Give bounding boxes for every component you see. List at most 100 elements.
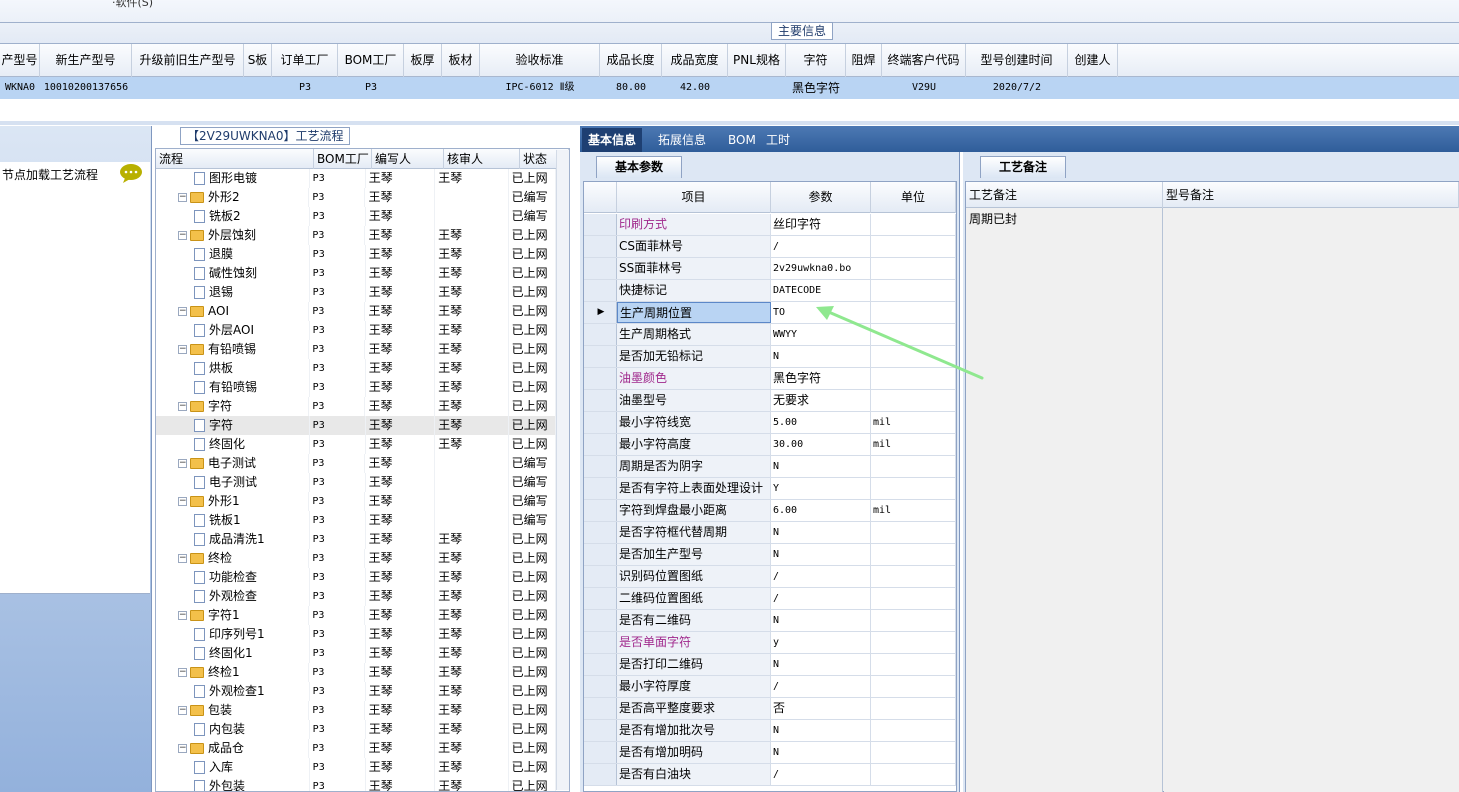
- flow-bom-cell[interactable]: P3: [310, 644, 366, 663]
- header-col[interactable]: PNL规格: [728, 44, 786, 77]
- param-unit[interactable]: [871, 764, 956, 785]
- header-col[interactable]: 创建人: [1068, 44, 1118, 77]
- header-col[interactable]: 成品长度: [600, 44, 662, 77]
- flow-row[interactable]: − 有铅喷锡 P3 王琴 王琴 已上网: [156, 340, 557, 359]
- flow-reviewer-cell[interactable]: 王琴: [435, 416, 509, 435]
- flow-writer-cell[interactable]: 王琴: [365, 492, 436, 511]
- flow-reviewer-cell[interactable]: 王琴: [435, 644, 509, 663]
- flow-name-cell[interactable]: 外层AOI: [156, 321, 310, 340]
- flow-writer-cell[interactable]: 王琴: [366, 264, 436, 283]
- param-value[interactable]: /: [771, 236, 871, 257]
- param-row[interactable]: 快捷标记 DATECODE: [584, 280, 956, 302]
- param-item[interactable]: 二维码位置图纸: [617, 588, 771, 609]
- flow-bom-cell[interactable]: P3: [310, 416, 366, 435]
- main-info-cell[interactable]: [846, 77, 882, 99]
- flow-row[interactable]: − 终检1 P3 王琴 王琴 已上网: [156, 663, 557, 682]
- flow-status-cell[interactable]: 已上网: [509, 644, 556, 663]
- flow-status-cell[interactable]: 已上网: [509, 169, 556, 188]
- col-flow[interactable]: 流程: [156, 149, 314, 169]
- param-unit[interactable]: [871, 258, 956, 279]
- param-unit[interactable]: [871, 478, 956, 499]
- flow-name-cell[interactable]: − 成品仓: [156, 739, 310, 758]
- horizontal-splitter[interactable]: [0, 121, 1459, 125]
- row-indicator[interactable]: [584, 676, 617, 697]
- param-value[interactable]: 丝印字符: [771, 214, 871, 235]
- main-info-cell[interactable]: [442, 77, 480, 99]
- param-value[interactable]: 6.00: [771, 500, 871, 521]
- flow-name-cell[interactable]: 印序列号1: [156, 625, 310, 644]
- flow-row[interactable]: − 外层蚀刻 P3 王琴 王琴 已上网: [156, 226, 557, 245]
- flow-bom-cell[interactable]: P3: [310, 359, 366, 378]
- param-item[interactable]: 是否高平整度要求: [617, 698, 771, 719]
- flow-row[interactable]: − 包装 P3 王琴 王琴 已上网: [156, 701, 557, 720]
- collapse-icon[interactable]: −: [178, 668, 187, 677]
- flow-row[interactable]: 终固化1 P3 王琴 王琴 已上网: [156, 644, 556, 663]
- param-row[interactable]: 最小字符线宽 5.00 mil: [584, 412, 956, 434]
- flow-bom-cell[interactable]: P3: [310, 568, 366, 587]
- flow-status-cell[interactable]: 已编写: [509, 473, 556, 492]
- header-col[interactable]: 验收标准: [480, 44, 600, 77]
- param-unit[interactable]: [871, 390, 956, 411]
- craft-note-field[interactable]: 周期已封: [966, 208, 1163, 792]
- menu-fragment[interactable]: ·软件(S): [112, 0, 153, 10]
- param-item[interactable]: 是否打印二维码: [617, 654, 771, 675]
- flow-row[interactable]: 终固化 P3 王琴 王琴 已上网: [156, 435, 556, 454]
- flow-writer-cell[interactable]: 王琴: [366, 435, 436, 454]
- flow-writer-cell[interactable]: 王琴: [366, 682, 436, 701]
- param-row[interactable]: 是否有二维码 N: [584, 610, 956, 632]
- param-item[interactable]: 是否有白油块: [617, 764, 771, 785]
- collapse-icon[interactable]: −: [178, 307, 187, 316]
- flow-status-cell[interactable]: 已上网: [509, 663, 557, 682]
- flow-name-cell[interactable]: − 电子测试: [156, 454, 310, 473]
- main-info-cell[interactable]: P3: [272, 77, 338, 99]
- flow-bom-cell[interactable]: P3: [309, 454, 366, 473]
- tab-basic-params[interactable]: 基本参数: [596, 156, 682, 178]
- flow-bom-cell[interactable]: P3: [309, 701, 366, 720]
- header-col[interactable]: 产型号: [0, 44, 40, 77]
- flow-reviewer-cell[interactable]: 王琴: [435, 397, 509, 416]
- flow-writer-cell[interactable]: 王琴: [366, 587, 436, 606]
- flow-row[interactable]: 烘板 P3 王琴 王琴 已上网: [156, 359, 556, 378]
- flow-status-cell[interactable]: 已上网: [509, 321, 556, 340]
- header-col[interactable]: 新生产型号: [40, 44, 132, 77]
- flow-name-cell[interactable]: 功能检查: [156, 568, 310, 587]
- param-value[interactable]: N: [771, 610, 871, 631]
- main-info-cell[interactable]: [244, 77, 272, 99]
- flow-status-cell[interactable]: 已上网: [509, 568, 556, 587]
- flow-status-cell[interactable]: 已编写: [509, 207, 556, 226]
- flow-reviewer-cell[interactable]: 王琴: [435, 264, 509, 283]
- flow-writer-cell[interactable]: 王琴: [366, 777, 436, 791]
- param-row[interactable]: 二维码位置图纸 /: [584, 588, 956, 610]
- flow-writer-cell[interactable]: 王琴: [365, 549, 436, 568]
- collapse-icon[interactable]: −: [178, 193, 187, 202]
- flow-writer-cell[interactable]: 王琴: [366, 473, 436, 492]
- row-indicator[interactable]: [584, 434, 617, 455]
- param-row[interactable]: 最小字符高度 30.00 mil: [584, 434, 956, 456]
- row-indicator[interactable]: [584, 456, 617, 477]
- flow-reviewer-cell[interactable]: 王琴: [435, 378, 509, 397]
- param-unit[interactable]: [871, 236, 956, 257]
- flow-reviewer-cell[interactable]: [435, 473, 509, 492]
- flow-name-cell[interactable]: 碱性蚀刻: [156, 264, 310, 283]
- flow-bom-cell[interactable]: P3: [310, 264, 366, 283]
- param-value[interactable]: 无要求: [771, 390, 871, 411]
- collapse-icon[interactable]: −: [178, 231, 187, 240]
- flow-name-cell[interactable]: 退膜: [156, 245, 310, 264]
- flow-name-cell[interactable]: − 有铅喷锡: [156, 340, 310, 359]
- flow-name-cell[interactable]: − 外形2: [156, 188, 310, 207]
- col-unit[interactable]: 单位: [871, 182, 956, 213]
- tab-basic-info[interactable]: 基本信息: [582, 128, 643, 152]
- param-item[interactable]: 油墨型号: [617, 390, 771, 411]
- row-indicator[interactable]: [584, 764, 617, 785]
- flow-reviewer-cell[interactable]: 王琴: [435, 663, 509, 682]
- flow-name-cell[interactable]: 外观检查: [156, 587, 310, 606]
- flow-row[interactable]: 内包装 P3 王琴 王琴 已上网: [156, 720, 556, 739]
- flow-bom-cell[interactable]: P3: [310, 682, 366, 701]
- param-unit[interactable]: [871, 544, 956, 565]
- flow-status-cell[interactable]: 已上网: [509, 416, 556, 435]
- row-indicator[interactable]: [584, 610, 617, 631]
- main-info-cell[interactable]: 10010200137656: [40, 77, 132, 99]
- flow-name-cell[interactable]: 铣板2: [156, 207, 310, 226]
- flow-reviewer-cell[interactable]: 王琴: [435, 606, 509, 625]
- flow-name-cell[interactable]: 退锡: [156, 283, 310, 302]
